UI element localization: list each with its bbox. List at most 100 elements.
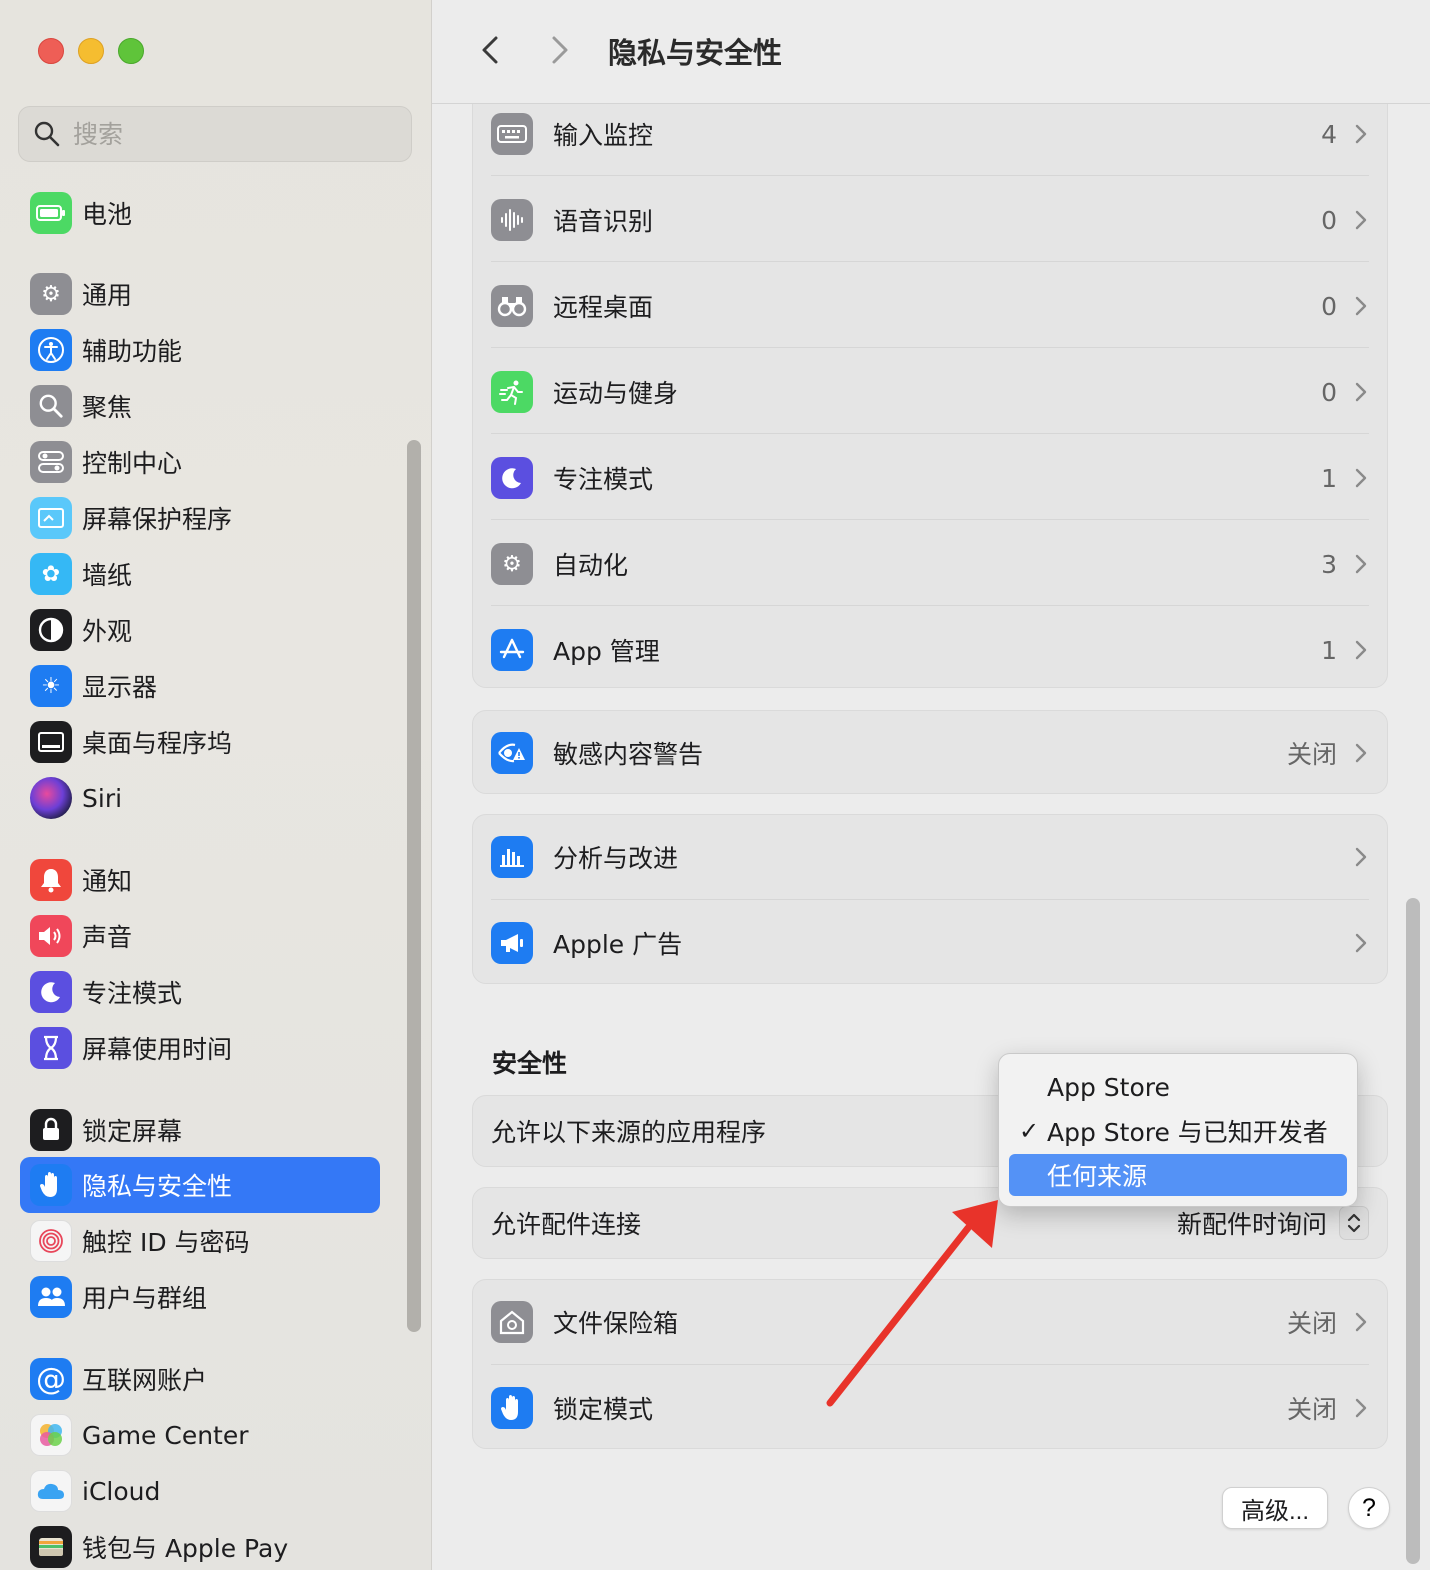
house-lock-icon [491, 1301, 533, 1343]
privacy-row-focus[interactable]: 专注模式 1 [473, 435, 1389, 521]
gears-icon: ⚙ [491, 543, 533, 585]
sidebar-item-users-groups[interactable]: 用户与群组 [20, 1269, 380, 1325]
main-content: 隐私与安全性 输入监控 4 语音识别 0 远程桌面 0 运动与健身 0 专注模式… [432, 0, 1430, 1570]
dock-icon [30, 721, 72, 763]
sidebar-item-wallpaper[interactable]: ✿ 墙纸 [20, 546, 380, 602]
sidebar-item-lock-screen[interactable]: 锁定屏幕 [20, 1102, 380, 1158]
menu-item-app-store[interactable]: App Store [1009, 1066, 1347, 1108]
privacy-row-motion-fitness[interactable]: 运动与健身 0 [473, 349, 1389, 435]
main-scrollbar[interactable] [1406, 898, 1420, 1564]
row-status: 关闭 [1286, 1309, 1337, 1338]
sidebar-item-label: 隐私与安全性 [82, 1172, 233, 1201]
sidebar-item-privacy-security[interactable]: 隐私与安全性 [20, 1157, 380, 1213]
row-count: 0 [1321, 205, 1337, 235]
help-button[interactable]: ? [1348, 1487, 1390, 1529]
search-icon [34, 121, 60, 147]
row-label: 运动与健身 [553, 379, 679, 408]
sidebar-item-screen-time[interactable]: 屏幕使用时间 [20, 1020, 380, 1076]
sidebar-item-label: 通用 [82, 281, 133, 310]
screensaver-icon [30, 497, 72, 539]
sensitive-content-group: 敏感内容警告 关闭 [472, 710, 1388, 794]
sidebar-item-general[interactable]: ⚙ 通用 [20, 266, 380, 322]
filevault-lockdown-group: 文件保险箱 关闭 锁定模式 关闭 [472, 1279, 1388, 1449]
zoom-window-button[interactable] [118, 38, 144, 64]
accessory-select-button[interactable] [1339, 1206, 1369, 1240]
chevron-right-icon [1355, 554, 1367, 574]
sidebar-item-accessibility[interactable]: 辅助功能 [20, 322, 380, 378]
sidebar-item-icloud[interactable]: iCloud [20, 1463, 380, 1519]
divider [491, 175, 1369, 176]
row-label: 专注模式 [553, 465, 654, 494]
sidebar-scrollbar[interactable] [407, 440, 421, 1332]
lock-icon [30, 1109, 72, 1151]
menu-item-label: App Store 与已知开发者 [1047, 1118, 1328, 1147]
speaker-icon [30, 915, 72, 957]
chevron-right-icon [1355, 210, 1367, 230]
sensitive-content-warning-row[interactable]: 敏感内容警告 关闭 [473, 710, 1389, 796]
analytics-improvements-row[interactable]: 分析与改进 [473, 814, 1389, 900]
sidebar-item-label: 辅助功能 [82, 337, 183, 366]
fingerprint-icon [30, 1220, 72, 1262]
sidebar-item-appearance[interactable]: 外观 [20, 602, 380, 658]
forward-chevron-icon[interactable] [542, 30, 578, 70]
sidebar-item-wallet[interactable]: 钱包与 Apple Pay [20, 1519, 380, 1570]
search-input[interactable] [73, 119, 373, 149]
search-field[interactable] [18, 106, 412, 162]
privacy-row-automation[interactable]: ⚙ 自动化 3 [473, 521, 1389, 607]
sidebar-item-label: 屏幕使用时间 [82, 1035, 233, 1064]
moon-icon [491, 457, 533, 499]
privacy-row-speech-recognition[interactable]: 语音识别 0 [473, 177, 1389, 263]
megaphone-icon [491, 922, 533, 964]
sidebar-item-notifications[interactable]: 通知 [20, 852, 380, 908]
privacy-row-app-management[interactable]: App 管理 1 [473, 607, 1389, 693]
analytics-group: 分析与改进 Apple 广告 [472, 814, 1388, 984]
running-icon [491, 371, 533, 413]
sidebar-item-spotlight[interactable]: 聚焦 [20, 378, 380, 434]
row-label: 远程桌面 [553, 293, 654, 322]
sidebar-item-focus[interactable]: 专注模式 [20, 964, 380, 1020]
menu-item-anywhere[interactable]: 任何来源 [1009, 1154, 1347, 1196]
sidebar-item-game-center[interactable]: Game Center [20, 1407, 380, 1463]
appearance-icon [30, 609, 72, 651]
sidebar-item-internet-accounts[interactable]: @ 互联网账户 [20, 1351, 380, 1407]
filevault-row[interactable]: 文件保险箱 关闭 [473, 1279, 1389, 1365]
sidebar-item-displays[interactable]: ☀ 显示器 [20, 658, 380, 714]
sidebar-item-screensaver[interactable]: 屏幕保护程序 [20, 490, 380, 546]
chevron-right-icon [1355, 847, 1367, 867]
toggles-icon [30, 441, 72, 483]
back-chevron-icon[interactable] [472, 30, 508, 70]
lockdown-mode-row[interactable]: 锁定模式 关闭 [473, 1365, 1389, 1451]
close-window-button[interactable] [38, 38, 64, 64]
battery-icon [30, 192, 72, 234]
menu-item-app-store-known-developers[interactable]: ✓ App Store 与已知开发者 [1009, 1110, 1347, 1152]
sidebar-item-desktop-dock[interactable]: 桌面与程序坞 [20, 714, 380, 770]
sidebar-item-control-center[interactable]: 控制中心 [20, 434, 380, 490]
privacy-row-remote-desktop[interactable]: 远程桌面 0 [473, 263, 1389, 349]
sidebar-item-touch-id[interactable]: 触控 ID 与密码 [20, 1213, 380, 1269]
sidebar-item-label: 外观 [82, 617, 133, 646]
eye-warning-icon [491, 732, 533, 774]
apple-advertising-row[interactable]: Apple 广告 [473, 900, 1389, 986]
moon-icon [30, 971, 72, 1013]
advanced-button[interactable]: 高级... [1222, 1487, 1328, 1529]
sidebar-item-siri[interactable]: Siri [20, 770, 380, 826]
binoculars-icon [491, 285, 533, 327]
sidebar-item-label: 屏幕保护程序 [82, 505, 233, 534]
chevron-right-icon [1355, 1398, 1367, 1418]
accessory-select-value[interactable]: 新配件时询问 [1177, 1205, 1327, 1241]
row-label: 锁定模式 [553, 1395, 654, 1424]
sidebar-item-sound[interactable]: 声音 [20, 908, 380, 964]
sidebar-item-battery[interactable]: 电池 [20, 185, 380, 241]
minimize-window-button[interactable] [78, 38, 104, 64]
row-status: 关闭 [1286, 1395, 1337, 1424]
sidebar-item-label: 桌面与程序坞 [82, 729, 233, 758]
row-label: 分析与改进 [553, 844, 679, 873]
app-source-popup-menu: App Store ✓ App Store 与已知开发者 任何来源 [998, 1053, 1358, 1207]
chevron-right-icon [1355, 1312, 1367, 1332]
sidebar-item-label: 互联网账户 [82, 1366, 208, 1395]
chevron-right-icon [1355, 124, 1367, 144]
row-count: 1 [1321, 635, 1337, 665]
page-title: 隐私与安全性 [608, 36, 783, 70]
row-count: 0 [1321, 291, 1337, 321]
sidebar-item-label: 电池 [82, 200, 133, 229]
